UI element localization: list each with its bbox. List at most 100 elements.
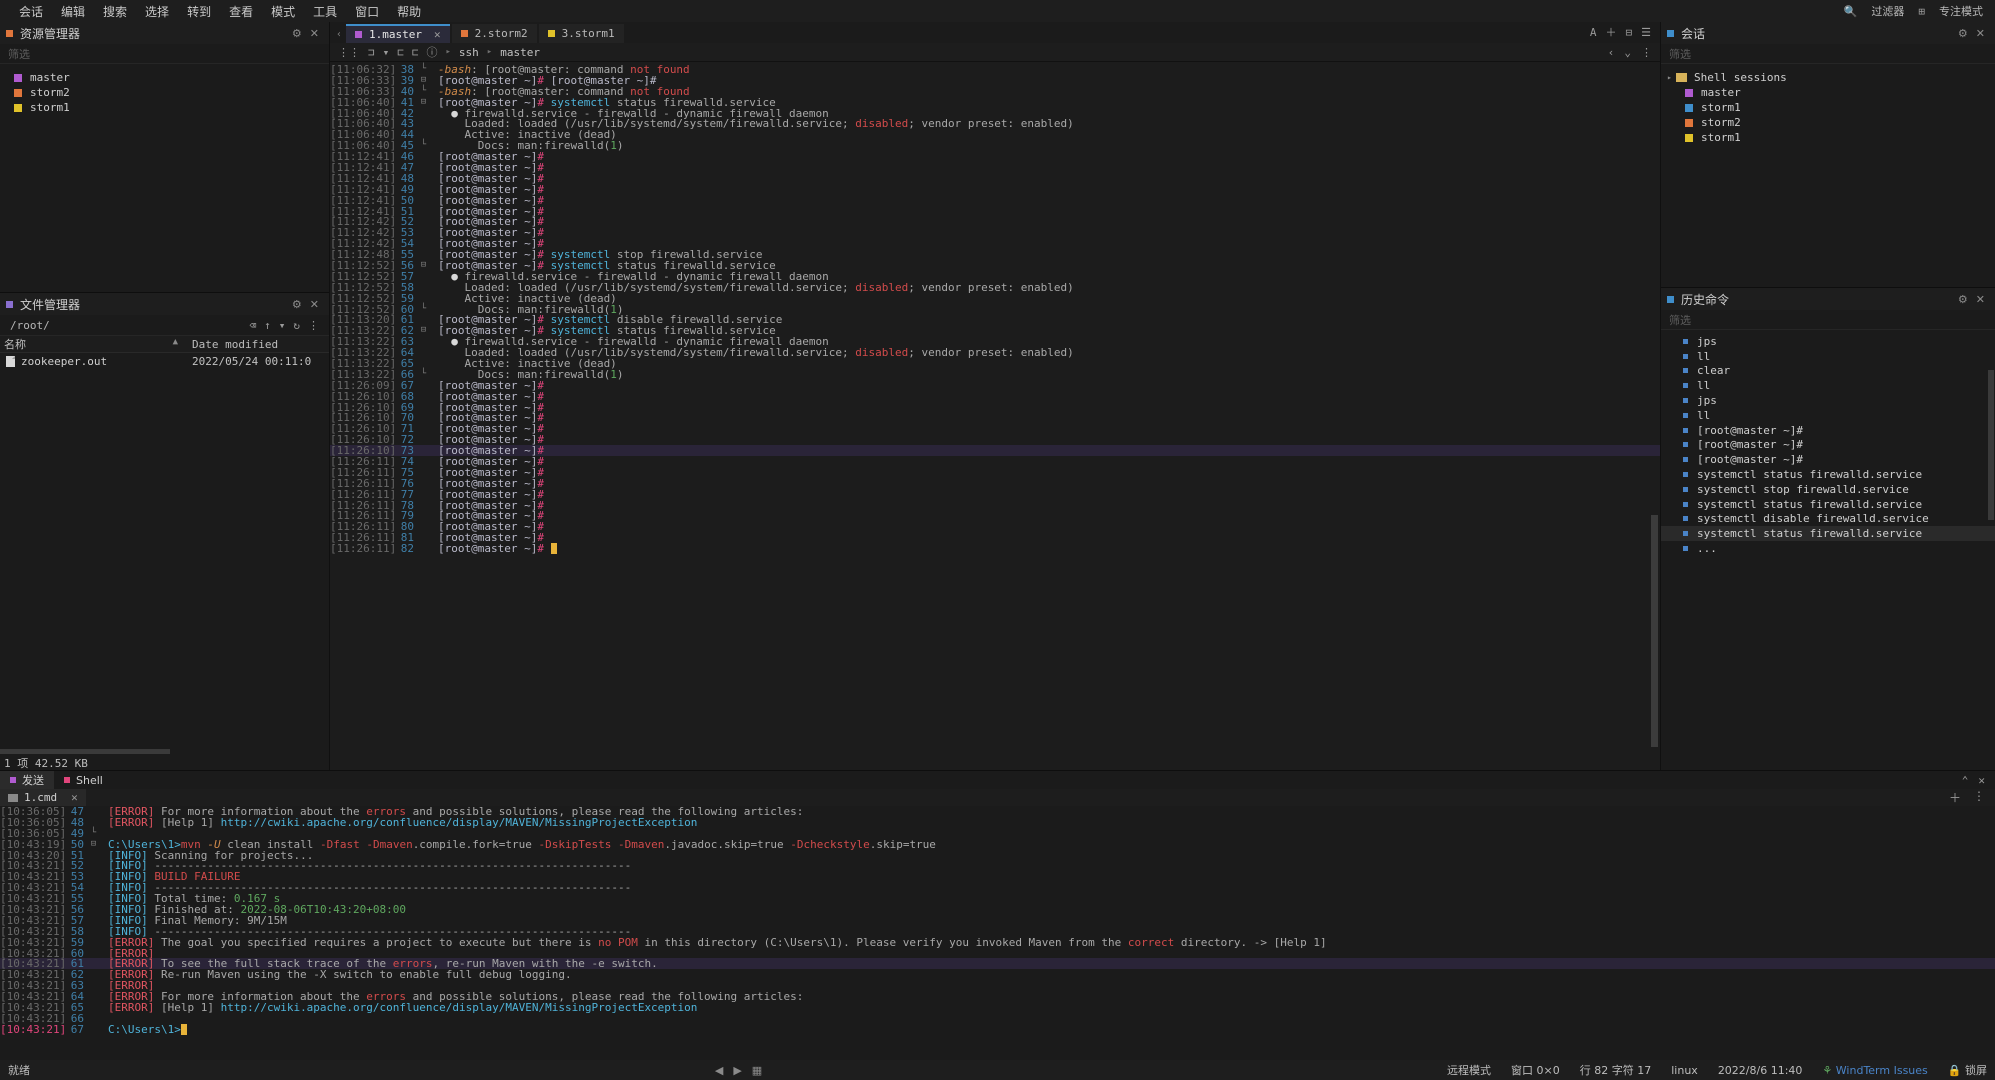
status-window-size[interactable]: 窗口 0×0	[1511, 1062, 1560, 1078]
fold-icon[interactable]: └	[418, 140, 429, 151]
menu-item-mode[interactable]: 模式	[262, 1, 304, 22]
duplicate-session-icon[interactable]: ⊏	[397, 46, 404, 59]
session-item-master[interactable]: master	[1661, 85, 1995, 100]
explorer-filter-input[interactable]: 筛选	[0, 44, 329, 64]
cmd-output[interactable]: [10:36:05] 47 [ERROR] For more information…	[0, 806, 1995, 1060]
chevron-right-icon[interactable]: ▸	[1667, 73, 1676, 82]
status-mode[interactable]: 远程模式	[1447, 1062, 1491, 1078]
history-item[interactable]: systemctl stop firewalld.service	[1661, 482, 1995, 497]
tab-1-master[interactable]: 1.master ✕	[346, 24, 450, 43]
history-item[interactable]: systemctl status firewalld.service	[1661, 497, 1995, 512]
gear-icon[interactable]: ⚙	[288, 27, 306, 40]
info-icon[interactable]: ⓘ	[427, 44, 438, 60]
tab-overflow-icon[interactable]: ‹	[334, 29, 346, 43]
fold-icon[interactable]: └	[418, 369, 429, 380]
menu-item-edit[interactable]: 编辑	[52, 1, 94, 22]
fold-icon[interactable]: └	[88, 828, 99, 839]
history-item[interactable]: ll	[1661, 349, 1995, 364]
session-item-storm1-blue[interactable]: storm1	[1661, 100, 1995, 115]
menu-item-goto[interactable]: 转到	[178, 1, 220, 22]
add-tab-icon[interactable]: ＋	[1606, 24, 1617, 40]
close-icon[interactable]: ✕	[1978, 774, 1985, 787]
chevron-down-icon[interactable]: ▾	[275, 319, 290, 332]
gear-icon[interactable]: ⚙	[1954, 293, 1972, 306]
close-icon[interactable]: ✕	[1972, 27, 1989, 40]
explorer-item-master[interactable]: master	[0, 70, 329, 85]
history-item[interactable]: systemctl status firewalld.service	[1661, 467, 1995, 482]
history-item[interactable]: ll	[1661, 408, 1995, 423]
history-item[interactable]: ll	[1661, 378, 1995, 393]
history-scrollbar[interactable]	[1988, 370, 1994, 520]
status-lock[interactable]: 🔒 锁屏	[1948, 1062, 1987, 1078]
gear-icon[interactable]: ⚙	[1954, 27, 1972, 40]
fold-icon[interactable]: ⊟	[418, 97, 429, 108]
status-cursor-position[interactable]: 行 82 字符 17	[1580, 1062, 1651, 1078]
collapse-icon[interactable]: ⌃	[1962, 774, 1969, 787]
close-icon[interactable]: ✕	[434, 28, 441, 41]
split-icon[interactable]: ⊟	[1626, 26, 1633, 39]
menu-icon[interactable]: ☰	[1641, 26, 1651, 39]
tab-3-storm1[interactable]: 3.storm1	[538, 24, 624, 43]
close-icon[interactable]: ✕	[306, 298, 323, 311]
fold-icon[interactable]: └	[418, 304, 429, 315]
history-item[interactable]: jps	[1661, 393, 1995, 408]
forward-icon[interactable]: ▶	[733, 1064, 741, 1077]
up-icon[interactable]: ↑	[260, 319, 275, 332]
sessions-grid-icon[interactable]: ⋮⋮	[338, 46, 360, 59]
history-item[interactable]: [root@master ~]#	[1661, 423, 1995, 438]
column-name[interactable]: 名称 ▲	[0, 336, 186, 352]
history-item[interactable]: clear	[1661, 364, 1995, 379]
fold-icon[interactable]: ⊟	[418, 260, 429, 271]
menu-item-session[interactable]: 会话	[10, 1, 52, 22]
font-size-icon[interactable]: A	[1590, 26, 1597, 39]
focus-mode-label[interactable]: 专注模式	[1935, 1, 1987, 21]
chevron-down-icon[interactable]: ⌄	[1624, 46, 1631, 59]
sessions-folder-shell-sessions[interactable]: ▸ Shell sessions	[1661, 70, 1995, 85]
history-item[interactable]: ...	[1661, 541, 1995, 556]
back-icon[interactable]: ◀	[715, 1064, 723, 1077]
new-session-icon[interactable]: ⊐	[368, 46, 375, 59]
session-item-storm2[interactable]: storm2	[1661, 115, 1995, 130]
more-icon[interactable]: ⋮	[1641, 46, 1652, 59]
table-row[interactable]: zookeeper.out 2022/05/24 00:11:0	[0, 353, 329, 369]
status-issues-link[interactable]: ⚘ WindTerm Issues	[1822, 1064, 1927, 1077]
file-path-bar[interactable]: /root/ ⌫ ↑ ▾ ↻ ⋮	[0, 315, 329, 336]
reconnect-icon[interactable]: ⊏	[412, 46, 419, 59]
status-os[interactable]: linux	[1671, 1064, 1698, 1077]
menu-item-tools[interactable]: 工具	[304, 1, 346, 22]
fold-icon[interactable]: └	[418, 64, 429, 75]
tab-2-storm2[interactable]: 2.storm2	[451, 24, 537, 43]
more-icon[interactable]: ⋮	[304, 319, 323, 332]
menu-item-help[interactable]: 帮助	[388, 1, 430, 22]
gear-icon[interactable]: ⚙	[288, 298, 306, 311]
terminal-scrollbar[interactable]	[1651, 64, 1658, 768]
explorer-item-storm2[interactable]: storm2	[0, 85, 329, 100]
history-item[interactable]: systemctl status firewalld.service	[1661, 526, 1995, 542]
prev-icon[interactable]: ‹	[1608, 46, 1615, 59]
menu-item-window[interactable]: 窗口	[346, 1, 388, 22]
close-icon[interactable]: ✕	[1972, 293, 1989, 306]
session-item-storm1-yellow[interactable]: storm1	[1661, 130, 1995, 145]
history-item[interactable]: [root@master ~]#	[1661, 438, 1995, 453]
more-icon[interactable]: ⋮	[1973, 789, 1985, 806]
add-tab-icon[interactable]: ＋	[1949, 789, 1961, 806]
breadcrumb-protocol[interactable]: ssh	[459, 46, 479, 59]
menu-item-view[interactable]: 查看	[220, 1, 262, 22]
back-icon[interactable]: ⌫	[246, 319, 261, 332]
grid-icon[interactable]: ▦	[752, 1064, 762, 1077]
close-icon[interactable]: ✕	[306, 27, 323, 40]
history-filter-input[interactable]: 筛选	[1661, 310, 1995, 330]
chevron-down-icon[interactable]: ▾	[383, 46, 390, 59]
menu-item-select[interactable]: 选择	[136, 1, 178, 22]
search-icon[interactable]: 🔍	[1844, 5, 1858, 18]
fold-icon[interactable]: └	[418, 86, 429, 97]
sessions-filter-input[interactable]: 筛选	[1661, 44, 1995, 64]
layout-icon[interactable]: ⊞	[1918, 5, 1925, 18]
bottom-tab-send[interactable]: 发送	[0, 771, 54, 789]
menu-item-search[interactable]: 搜索	[94, 1, 136, 22]
terminal-output[interactable]: [11:06:32] 38 └ -bash: [root@master: comman…	[330, 62, 1660, 770]
history-item[interactable]: [root@master ~]#	[1661, 452, 1995, 467]
fold-icon[interactable]: ⊟	[418, 75, 429, 86]
refresh-icon[interactable]: ↻	[289, 319, 304, 332]
column-date-modified[interactable]: Date modified	[186, 338, 278, 351]
